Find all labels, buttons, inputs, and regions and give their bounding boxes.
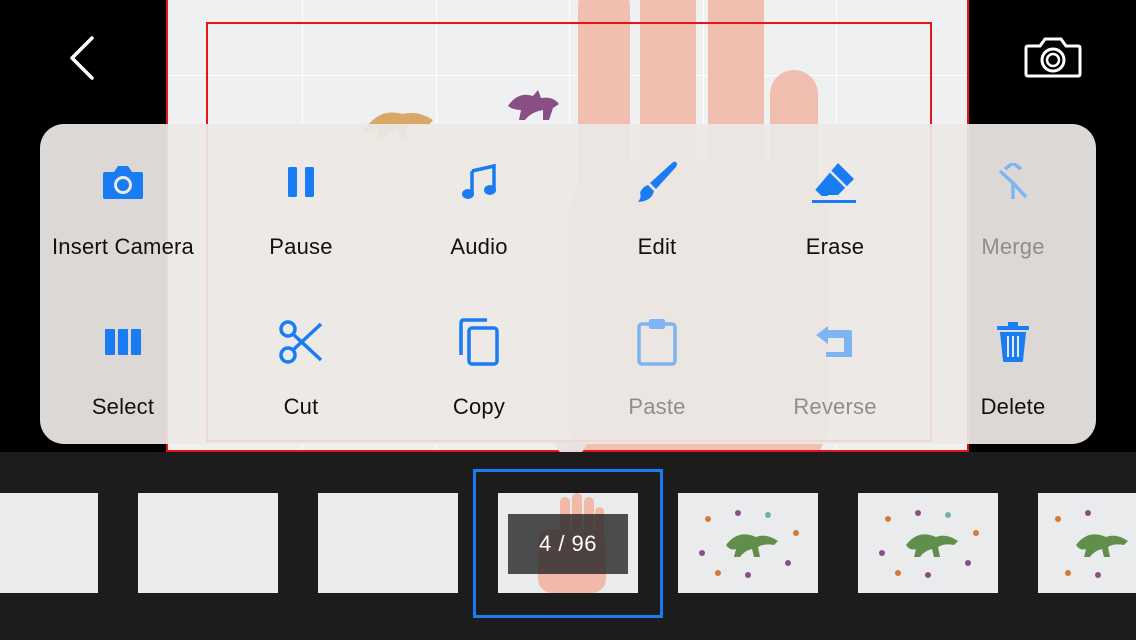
erase-button[interactable]: Erase (746, 124, 924, 264)
columns-icon (105, 329, 141, 355)
menu-item-label: Reverse (793, 394, 877, 419)
frame-thumbnail[interactable] (138, 493, 278, 593)
menu-item-label: Select (91, 394, 155, 419)
delete-button[interactable]: Delete (924, 284, 1102, 424)
camera-icon (1024, 37, 1082, 78)
menu-item-label: Insert Camera (52, 234, 194, 259)
menu-item-label: Edit (637, 234, 677, 259)
menu-item-label: Erase (805, 234, 865, 259)
back-button[interactable] (62, 30, 106, 86)
camera-icon (103, 166, 143, 199)
reverse-icon (816, 326, 852, 357)
menu-item-label: Paste (628, 394, 686, 419)
paste-button[interactable]: Paste (568, 284, 746, 424)
chevron-left-icon (70, 36, 94, 80)
scissors-icon (279, 320, 323, 364)
menu-item-label: Delete (980, 394, 1046, 419)
paintbrush-icon (638, 161, 677, 202)
pause-icon (288, 167, 314, 197)
merge-icon (998, 163, 1028, 199)
dinosaur-scene-image (1055, 510, 1128, 578)
music-note-icon (462, 163, 496, 199)
frame-thumbnail[interactable] (678, 493, 818, 593)
frame-timeline[interactable]: 4 / 96 (0, 452, 1136, 640)
reverse-button[interactable]: Reverse (746, 284, 924, 424)
menu-item-label: Audio (450, 234, 508, 259)
dinosaur-scene-image (879, 510, 979, 578)
merge-button[interactable]: Merge (924, 124, 1102, 264)
camera-button[interactable] (1022, 34, 1084, 82)
clipboard-icon (637, 319, 677, 366)
frame-thumbnail[interactable] (318, 493, 458, 593)
dinosaur-scene-image (699, 510, 799, 578)
app-screen: Insert Camera Pause Audio Edit Erase Mer… (0, 0, 1136, 640)
copy-button[interactable]: Copy (390, 284, 568, 424)
frame-thumbnail[interactable] (858, 493, 998, 593)
menu-item-label: Copy (452, 394, 506, 419)
audio-button[interactable]: Audio (390, 124, 568, 264)
frame-thumbnail[interactable] (1038, 493, 1136, 593)
frame-counter: 4 / 96 (508, 514, 628, 574)
pause-button[interactable]: Pause (212, 124, 390, 264)
frame-thumbnail[interactable] (0, 493, 98, 593)
menu-item-label: Pause (269, 234, 333, 259)
edit-button[interactable]: Edit (568, 124, 746, 264)
menu-item-label: Merge (981, 234, 1045, 259)
cut-button[interactable]: Cut (212, 284, 390, 424)
eraser-icon (812, 163, 856, 203)
insert-camera-button[interactable]: Insert Camera (34, 124, 212, 264)
select-button[interactable]: Select (34, 284, 212, 424)
copy-icon (459, 318, 499, 366)
trash-icon (997, 322, 1029, 362)
menu-item-label: Cut (283, 394, 319, 419)
frame-action-menu: Insert Camera Pause Audio Edit Erase Mer… (40, 124, 1096, 444)
